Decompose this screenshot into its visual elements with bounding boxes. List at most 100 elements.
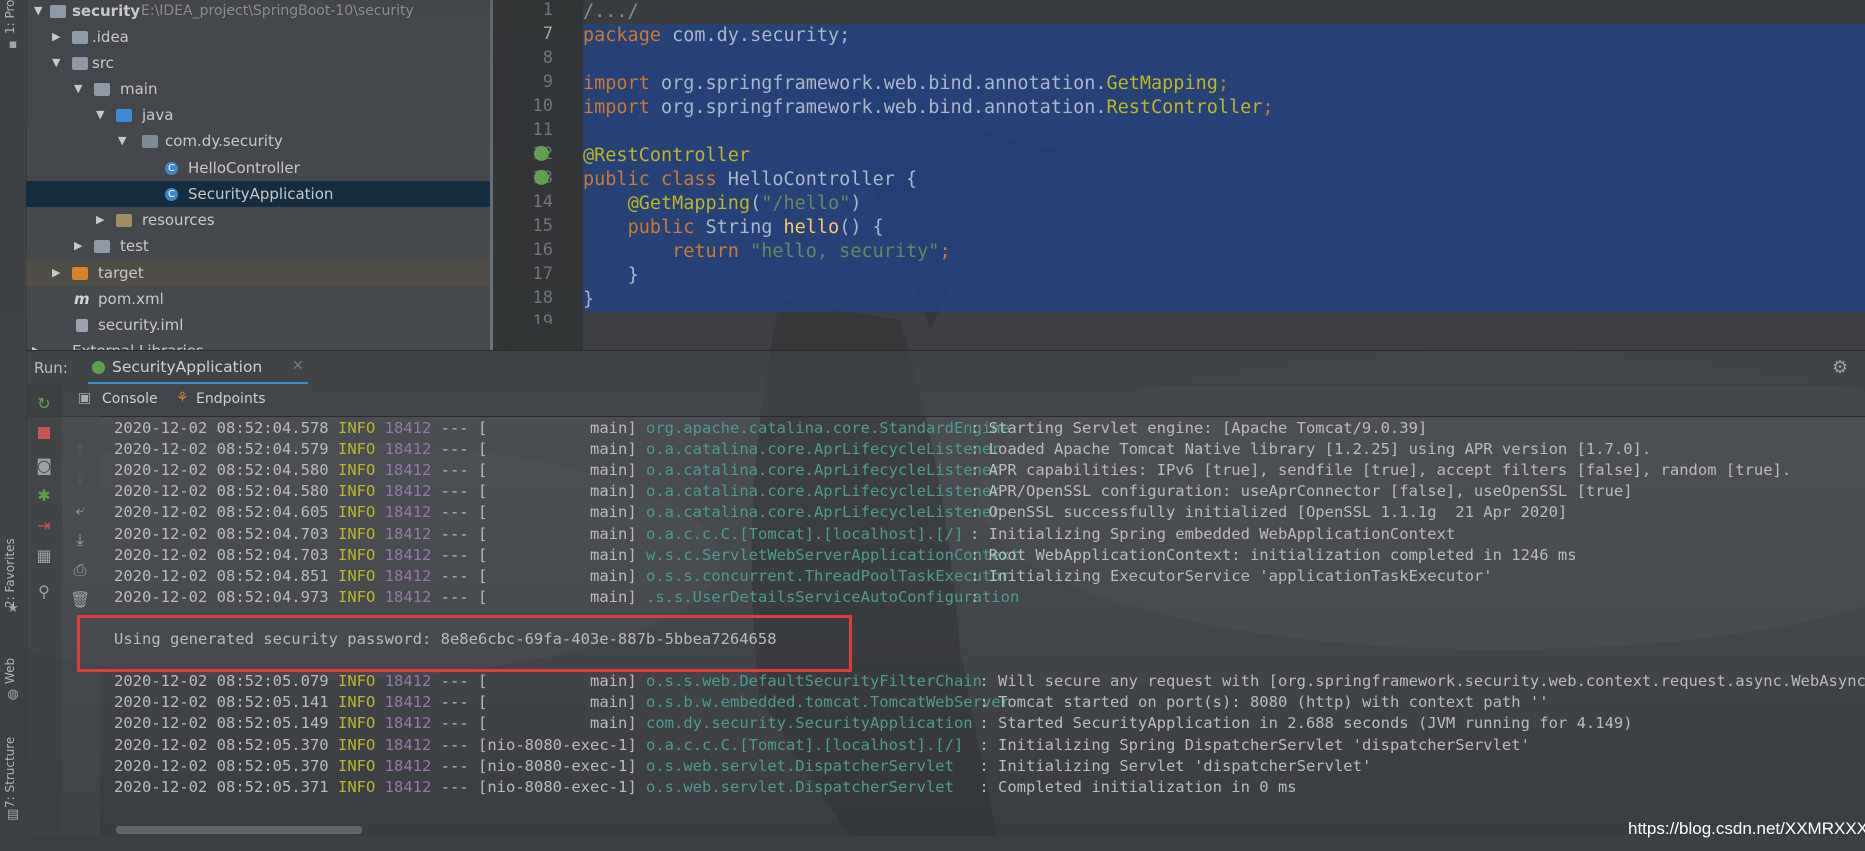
code-line-class: public class HelloController {: [583, 168, 1865, 192]
stop-icon[interactable]: [34, 424, 54, 444]
code-line-blank: [583, 48, 1865, 72]
console-horizontal-scrollbar[interactable]: [116, 826, 362, 834]
log-separator: ---: [440, 482, 469, 501]
log-thread: [ main]: [478, 461, 637, 480]
tree-item-target[interactable]: ▶ target: [26, 260, 490, 286]
log-thread: [nio-8080-exec-1]: [478, 735, 637, 754]
log-logger: com.dy.security.SecurityApplication: [646, 714, 973, 733]
tab-project[interactable]: 1: Pro: [3, 0, 17, 34]
code-editor[interactable]: 1 7 8 9 10 11 12 13 14 15 16 17 18 19 /.…: [493, 0, 1865, 350]
camera-icon[interactable]: ◙: [34, 456, 54, 476]
tree-item-java[interactable]: ▼ java: [26, 102, 490, 128]
folder-icon: [50, 5, 66, 18]
tab-structure[interactable]: 7: Structure: [3, 724, 17, 808]
tree-root-path: E:\IDEA_project\SpringBoot-10\security: [141, 3, 414, 19]
tree-item-label: .idea: [92, 28, 129, 46]
log-level: INFO: [337, 482, 376, 501]
tree-item-iml[interactable]: security.iml: [26, 312, 490, 338]
arrow-down-icon[interactable]: ↓: [70, 470, 90, 490]
tree-item-label: src: [92, 54, 114, 72]
log-level: INFO: [337, 735, 376, 754]
log-date: 2020-12-02 08:52:04.605: [114, 503, 329, 522]
code-string: "/hello": [761, 193, 851, 214]
code-line-mapping: @GetMapping("/hello"): [583, 192, 1865, 216]
log-separator: ---: [440, 735, 469, 754]
code-annotation: @GetMapping: [627, 193, 751, 214]
tree-root[interactable]: ▼ security E:\IDEA_project\SpringBoot-10…: [26, 0, 490, 24]
scroll-to-end-icon[interactable]: ⤓: [70, 530, 90, 550]
exit-icon[interactable]: ⇥: [34, 516, 54, 536]
log-pid: 18412: [384, 587, 432, 606]
print-icon[interactable]: ⎙: [70, 560, 90, 580]
spring-bean-gutter-icon[interactable]: [534, 146, 549, 161]
tab-web[interactable]: Web: [3, 650, 17, 684]
run-tab-securityapplication[interactable]: SecurityApplication ✕: [88, 351, 308, 385]
tab-favorites[interactable]: 2: Favorites: [3, 530, 17, 608]
line-number: 11: [532, 120, 553, 140]
log-pid: 18412: [384, 777, 432, 796]
tree-item-label: SecurityApplication: [188, 185, 334, 203]
debug-icon[interactable]: ✱: [34, 486, 54, 506]
spring-boot-icon: [92, 361, 105, 374]
log-thread: [ main]: [478, 503, 637, 522]
chevron-down-icon: ▼: [96, 108, 105, 121]
tree-item-securityapplication[interactable]: C SecurityApplication: [26, 181, 490, 207]
log-pid: 18412: [384, 503, 432, 522]
tree-item-src[interactable]: ▼ src: [26, 50, 490, 76]
log-separator: ---: [440, 777, 469, 796]
folded-code[interactable]: /.../: [583, 1, 639, 22]
close-icon[interactable]: ✕: [292, 358, 304, 374]
tree-item-resources[interactable]: ▶ resources: [26, 207, 490, 233]
tree-item-label: External Libraries: [72, 338, 204, 350]
tree-item-hellocontroller[interactable]: C HelloController: [26, 155, 490, 181]
layout-icon[interactable]: ▦: [34, 546, 54, 566]
log-logger: w.s.c.ServletWebServerApplicationContext: [646, 545, 1020, 564]
tree-item-label: test: [120, 237, 149, 255]
class-icon: C: [165, 162, 178, 175]
log-pid: 18412: [384, 566, 432, 585]
log-line: 2020-12-02 08:52:04.580 INFO 18412 --- […: [114, 460, 1791, 481]
code-text: HelloController {: [716, 169, 918, 190]
log-thread: [ main]: [478, 672, 637, 691]
resources-folder-icon: [116, 214, 132, 227]
log-thread: [ main]: [478, 693, 637, 712]
log-pid: 18412: [384, 714, 432, 733]
log-date: 2020-12-02 08:52:05.371: [114, 777, 329, 796]
log-message: : Starting Servlet engine: [Apache Tomca…: [970, 419, 1428, 437]
tree-item-main[interactable]: ▼ main: [26, 76, 490, 102]
arrow-up-icon[interactable]: ↑: [70, 440, 90, 460]
tree-item-idea[interactable]: ▶ .idea: [26, 24, 490, 50]
log-thread: [nio-8080-exec-1]: [478, 756, 637, 775]
log-level: INFO: [337, 587, 376, 606]
log-level: INFO: [337, 503, 376, 522]
log-logger: .s.s.UserDetailsServiceAutoConfiguration: [646, 587, 1020, 606]
log-thread: [ main]: [478, 524, 637, 543]
run-subtabs: ▣ Console ⚘ Endpoints: [26, 384, 1865, 417]
log-date: 2020-12-02 08:52:05.141: [114, 693, 329, 712]
code-text: String: [694, 217, 784, 238]
tab-endpoints[interactable]: ⚘ Endpoints: [176, 384, 286, 416]
log-separator: ---: [440, 566, 469, 585]
tab-console[interactable]: ▣ Console: [78, 384, 168, 416]
tree-item-external-libraries[interactable]: ▶ External Libraries: [26, 338, 490, 350]
trash-icon[interactable]: 🗑: [70, 590, 90, 610]
project-tree-panel: ▼ security E:\IDEA_project\SpringBoot-10…: [26, 0, 512, 350]
log-message: : Started SecurityApplication in 2.688 s…: [979, 714, 1633, 733]
log-line: 2020-12-02 08:52:05.370 INFO 18412 --- […: [114, 735, 1530, 756]
rerun-icon[interactable]: ↻: [34, 394, 54, 414]
code-punct: ;: [1217, 73, 1230, 94]
log-message: : Initializing ExecutorService 'applicat…: [970, 566, 1493, 585]
log-separator: ---: [440, 545, 469, 564]
code-class: RestController: [1106, 97, 1263, 118]
run-gutter-icon[interactable]: [534, 170, 549, 185]
tree-item-pom[interactable]: m pom.xml: [26, 286, 490, 312]
package-icon: [142, 135, 158, 148]
tree-item-test[interactable]: ▶ test: [26, 233, 490, 259]
line-number: 16: [532, 240, 553, 260]
log-level: INFO: [337, 419, 376, 437]
gear-icon[interactable]: ⚙: [1832, 357, 1848, 378]
soft-wrap-icon[interactable]: ⤶: [70, 500, 90, 520]
chevron-right-icon: ▶: [52, 266, 61, 279]
pin-icon[interactable]: ⚲: [34, 582, 54, 602]
tree-item-package[interactable]: ▼ com.dy.security: [26, 128, 490, 154]
